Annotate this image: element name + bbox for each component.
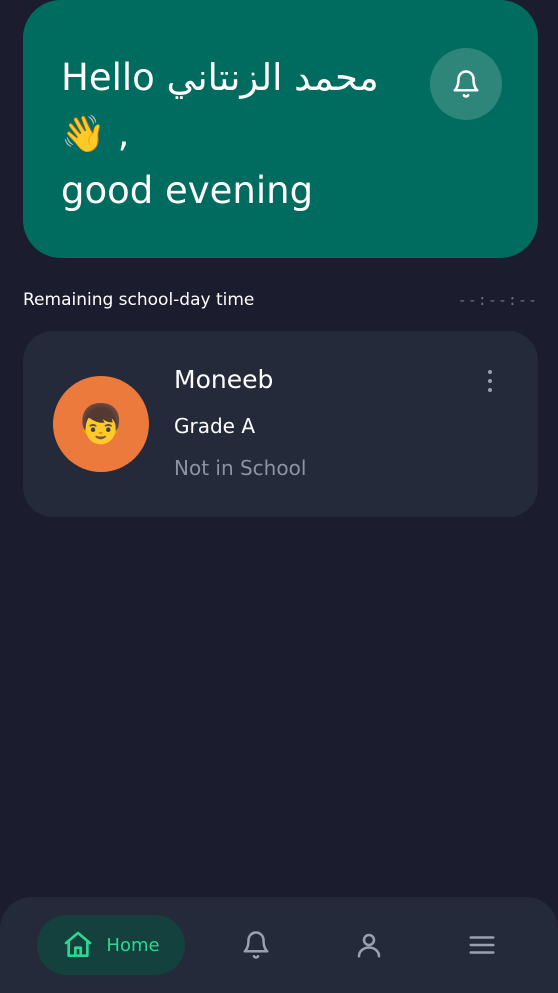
nav-profile[interactable]: [349, 925, 389, 965]
greeting-line-1: Hello محمد الزنتاني: [61, 56, 379, 99]
student-card[interactable]: 👦 Moneeb Grade A Not in School: [23, 331, 538, 517]
more-vertical-icon-dot: [488, 379, 492, 383]
notifications-button[interactable]: [430, 48, 502, 120]
greeting-wave-line: 👋 ,: [61, 106, 421, 163]
child-face-icon: 👦: [77, 401, 125, 446]
more-vertical-icon-dot: [488, 370, 492, 374]
more-vertical-icon-dot: [488, 388, 492, 392]
nav-home-label: Home: [106, 934, 160, 956]
nav-notifications[interactable]: [236, 925, 276, 965]
student-avatar: 👦: [53, 376, 149, 472]
greeting-text: Hello محمد الزنتاني 👋 , good evening: [61, 50, 421, 219]
student-name: Moneeb: [174, 365, 274, 394]
bottom-navigation: Home: [0, 897, 558, 993]
remaining-time-value: --:--:--: [457, 291, 538, 309]
greeting-card: Hello محمد الزنتاني 👋 , good evening: [23, 0, 538, 258]
remaining-time-label: Remaining school-day time: [23, 290, 255, 310]
nav-menu[interactable]: [462, 925, 502, 965]
bell-icon: [453, 70, 479, 98]
remaining-time-row: Remaining school-day time --:--:--: [23, 287, 538, 313]
greeting-line-2: good evening: [61, 169, 314, 212]
home-icon: [65, 931, 92, 957]
menu-icon: [469, 936, 495, 954]
nav-home[interactable]: Home: [37, 915, 185, 975]
user-icon: [357, 933, 381, 958]
waving-hand-icon: 👋: [61, 114, 106, 155]
student-more-button[interactable]: [478, 361, 502, 401]
greeting-comma: ,: [117, 112, 130, 155]
student-status: Not in School: [174, 456, 307, 480]
bell-icon: [243, 931, 269, 959]
home-screen: Hello محمد الزنتاني 👋 , good evening Rem…: [0, 0, 558, 993]
student-grade: Grade A: [174, 414, 256, 438]
